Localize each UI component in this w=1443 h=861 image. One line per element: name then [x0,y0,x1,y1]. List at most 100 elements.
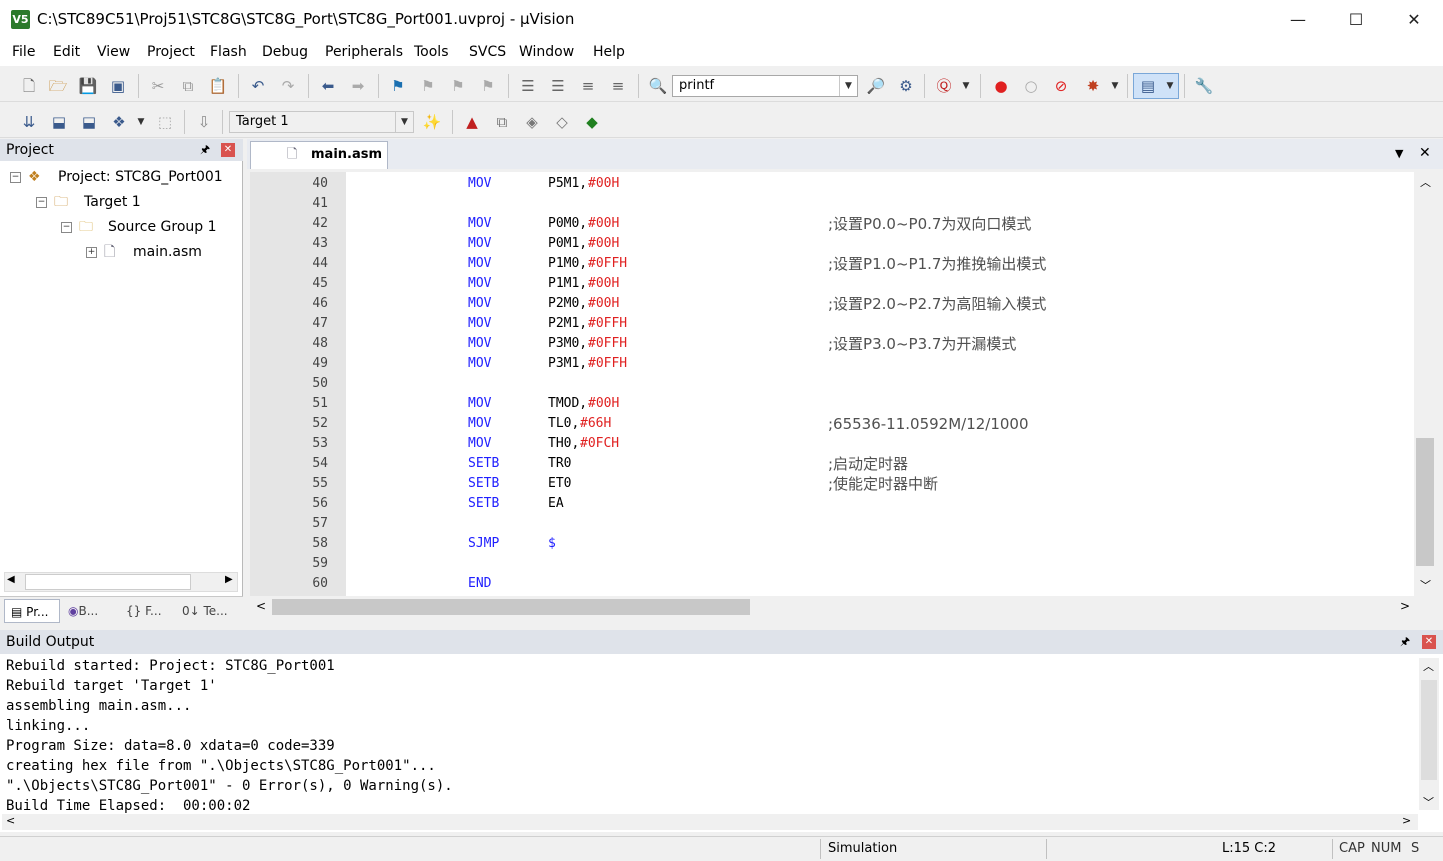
pin-icon[interactable]: 🖈 [200,139,210,161]
close-button[interactable]: ✕ [1385,0,1443,40]
build-icon[interactable]: ⬓ [49,112,69,132]
scroll-left-icon[interactable]: < [6,814,15,827]
menu-tools[interactable]: Tools [414,44,449,60]
build-output-panel[interactable]: Rebuild started: Project: STC8G_Port001 R… [0,654,1443,832]
target-combobox[interactable]: Target 1 ▼ [229,111,414,133]
tab-functions[interactable]: {} F... [122,599,174,623]
download-load-icon[interactable]: ⇩ [194,112,214,132]
build-vscrollbar[interactable]: ︿ ﹀ [1419,658,1439,810]
line-number: 52 [312,416,328,431]
scroll-up-icon[interactable]: ︿ [1420,174,1431,190]
menu-view[interactable]: View [97,44,130,60]
configure-icon[interactable]: 🔧 [1194,76,1214,96]
collapse-icon[interactable]: − [10,172,21,183]
manage-multi-project-icon[interactable]: ⧉ [492,112,512,132]
open-folder-icon[interactable]: 🗁 [48,76,68,96]
scroll-down-icon[interactable]: ﹀ [1423,794,1434,810]
prev-bookmark-icon[interactable]: ⚑ [418,76,438,96]
cut-icon[interactable]: ✂ [148,76,168,96]
window-layout-button[interactable]: ▤ ▼ [1133,73,1179,99]
scroll-left-icon[interactable]: ◀ [7,574,15,585]
menu-debug[interactable]: Debug [262,44,308,60]
target-options-icon[interactable]: ✨ [422,112,442,132]
close-icon[interactable]: ✕ [1422,635,1436,649]
scroll-up-icon[interactable]: ︿ [1423,658,1434,674]
editor-vscrollbar[interactable]: ︿ ﹀ [1414,172,1438,596]
paste-icon[interactable]: 📋 [208,76,228,96]
code-immediate-value: #00H [588,276,620,291]
breakpoint-icon[interactable]: ● [991,76,1011,96]
kill-all-breakpoints-icon[interactable]: ✸ [1083,76,1103,96]
code-area[interactable]: MOV P5M1, #00H MOV P0M0, #00H ;设置P0.0~P0.7为双向口… [346,172,1414,596]
tab-project[interactable]: ▤ Pr... [4,599,60,623]
stop-build-icon[interactable]: ⬚ [155,112,175,132]
menu-project[interactable]: Project [147,44,195,60]
chevron-down-icon[interactable]: ▼ [395,112,413,132]
chevron-down-icon[interactable]: ▼ [1105,76,1125,96]
menu-help[interactable]: Help [593,44,625,60]
next-bookmark-icon[interactable]: ⚑ [448,76,468,96]
tab-templates[interactable]: 0↓ Te... [178,599,238,623]
clear-bookmarks-icon[interactable]: ⚑ [478,76,498,96]
menu-svcs[interactable]: SVCS [469,44,506,60]
pin-icon[interactable]: 🖈 [1400,630,1410,654]
pack-installer-icon[interactable]: ◆ [582,112,602,132]
navigate-back-icon[interactable]: ⬅ [318,76,338,96]
scroll-right-icon[interactable]: ▶ [225,574,233,585]
menu-file[interactable]: File [12,44,35,60]
uncomment-icon[interactable]: ≡ [608,76,628,96]
select-packs-icon[interactable]: ◇ [552,112,572,132]
chevron-down-icon[interactable]: ▼ [131,112,151,132]
menu-flash[interactable]: Flash [210,44,247,60]
tab-main-asm[interactable]: 🗋 main.asm [250,141,388,169]
translate-icon[interactable]: ⇊ [19,112,39,132]
maximize-button[interactable]: ☐ [1327,0,1385,40]
collapse-icon[interactable]: − [36,197,47,208]
new-file-icon[interactable]: 🗋 [19,76,39,96]
close-tab-icon[interactable]: ✕ [1419,145,1431,161]
manage-run-time-env-icon[interactable]: ◈ [522,112,542,132]
copy-icon[interactable]: ⧉ [178,76,198,96]
build-hscrollbar[interactable]: < > [2,814,1418,830]
scroll-right-icon[interactable]: > [1402,814,1411,827]
redo-icon[interactable]: ↷ [278,76,298,96]
chevron-down-icon[interactable]: ▼ [956,76,976,96]
minimize-button[interactable]: — [1269,0,1327,40]
scrollbar-thumb[interactable] [1421,680,1437,780]
find-combobox[interactable]: printf ▼ [672,75,858,97]
manage-project-items-icon[interactable]: ▲ [462,112,482,132]
close-icon[interactable]: ✕ [221,143,235,157]
scrollbar-thumb[interactable] [272,599,750,615]
menu-peripherals[interactable]: Peripherals [325,44,403,60]
tab-list-dropdown-icon[interactable]: ▼ [1395,147,1403,160]
indent-icon[interactable]: ☰ [518,76,538,96]
scrollbar-thumb[interactable] [1416,438,1434,566]
rebuild-icon[interactable]: ⬓ [79,112,99,132]
scroll-left-icon[interactable]: < [256,599,266,613]
save-all-icon[interactable]: ▣ [108,76,128,96]
find-icon[interactable]: 🔎 [866,76,886,96]
debug-session-icon[interactable]: Ⓠ [934,76,954,96]
scroll-right-icon[interactable]: > [1400,599,1410,613]
unindent-icon[interactable]: ☰ [548,76,568,96]
editor-hscrollbar[interactable]: < > [250,596,1414,618]
expand-icon[interactable]: + [86,247,97,258]
tab-books[interactable]: ◉B... [64,599,118,623]
chevron-down-icon[interactable]: ▼ [839,76,857,96]
disable-all-breakpoints-icon[interactable]: ⊘ [1051,76,1071,96]
disable-breakpoint-icon[interactable]: ○ [1021,76,1041,96]
project-hscrollbar[interactable]: ◀ ▶ [4,572,238,592]
collapse-icon[interactable]: − [61,222,72,233]
find-in-files-icon[interactable]: 🔍 [648,76,668,96]
comment-icon[interactable]: ≡ [578,76,598,96]
menu-edit[interactable]: Edit [53,44,80,60]
batch-build-icon[interactable]: ❖ [109,112,129,132]
scroll-down-icon[interactable]: ﹀ [1420,577,1431,593]
menu-window[interactable]: Window [519,44,574,60]
save-icon[interactable]: 💾 [78,76,98,96]
undo-icon[interactable]: ↶ [248,76,268,96]
incremental-find-icon[interactable]: ⚙ [896,76,916,96]
scrollbar-thumb[interactable] [25,574,191,590]
navigate-forward-icon[interactable]: ➡ [348,76,368,96]
bookmark-icon[interactable]: ⚑ [388,76,408,96]
